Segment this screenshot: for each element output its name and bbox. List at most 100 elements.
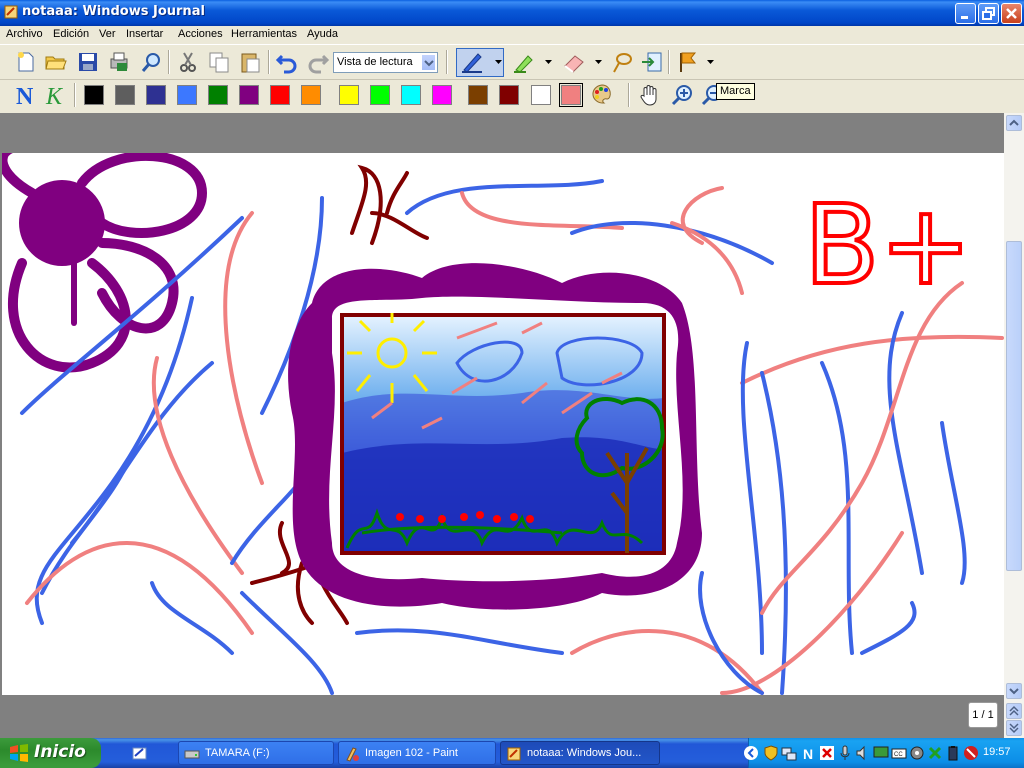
task-label: notaaa: Windows Jou...: [527, 747, 642, 759]
chevron-down-icon[interactable]: [544, 50, 553, 74]
keyboard-icon[interactable]: CC: [891, 745, 907, 761]
undo-icon[interactable]: [275, 50, 299, 74]
error-icon[interactable]: [819, 745, 835, 761]
color-swatch[interactable]: [499, 85, 519, 105]
color-swatch[interactable]: [432, 85, 452, 105]
task-button-paint[interactable]: Imagen 102 - Paint: [338, 741, 496, 765]
note-page[interactable]: B+: [0, 143, 1004, 695]
color-swatch[interactable]: [115, 85, 135, 105]
menu-herramientas[interactable]: Herramientas: [231, 28, 297, 40]
chevron-down-icon[interactable]: [706, 50, 715, 74]
menu-edicion[interactable]: Edición: [53, 28, 89, 40]
cut-icon[interactable]: [176, 50, 200, 74]
view-mode-select[interactable]: Vista de lectura: [333, 52, 438, 73]
quick-launch-journal-icon[interactable]: [131, 745, 149, 761]
flag-icon[interactable]: [676, 50, 700, 74]
scroll-down-button[interactable]: [1006, 683, 1022, 699]
color-swatch[interactable]: [177, 85, 197, 105]
green-app-icon[interactable]: [927, 745, 943, 761]
color-swatch[interactable]: [301, 85, 321, 105]
color-swatch[interactable]: [146, 85, 166, 105]
chevron-down-icon[interactable]: [494, 50, 503, 74]
color-swatch[interactable]: [401, 85, 421, 105]
minimize-icon: [961, 16, 968, 19]
system-tray: N CC 19:57: [744, 738, 1024, 768]
n-app-icon[interactable]: N: [801, 745, 817, 761]
antivirus-icon[interactable]: [963, 745, 979, 761]
monitor-icon[interactable]: [873, 745, 889, 761]
lasso-select-icon[interactable]: [610, 50, 634, 74]
battery-icon[interactable]: [945, 745, 961, 761]
microphone-icon[interactable]: [837, 745, 853, 761]
new-note-icon[interactable]: [14, 50, 38, 74]
pan-hand-icon[interactable]: [638, 83, 662, 107]
task-button-tamara[interactable]: TAMARA (F:): [178, 741, 334, 765]
menu-ayuda[interactable]: Ayuda: [307, 28, 338, 40]
document-area: B+ 1 / 1: [0, 113, 1024, 738]
journal-app-icon: [507, 747, 521, 761]
copy-icon[interactable]: [207, 50, 231, 74]
toolbar-separator: [628, 83, 630, 107]
minimize-button[interactable]: [955, 3, 976, 24]
open-folder-icon[interactable]: [44, 50, 68, 74]
window-title: notaaa: Windows Journal: [22, 4, 205, 19]
start-label: Inicio: [34, 742, 86, 762]
eraser-icon[interactable]: [562, 50, 586, 74]
color-swatch[interactable]: [270, 85, 290, 105]
vertical-scrollbar[interactable]: [1004, 113, 1024, 738]
menu-bar: Archivo Edición Ver Insertar Acciones He…: [0, 26, 1024, 45]
color-swatch[interactable]: [468, 85, 488, 105]
start-button[interactable]: Inicio: [0, 738, 101, 768]
svg-text:CC: CC: [894, 752, 903, 758]
next-page-button[interactable]: [1006, 720, 1022, 736]
pen-mode-n-icon[interactable]: N: [14, 83, 38, 107]
zoom-in-icon[interactable]: [670, 83, 694, 107]
volume-icon[interactable]: [855, 745, 871, 761]
task-button-journal[interactable]: notaaa: Windows Jou...: [500, 741, 660, 765]
insert-space-icon[interactable]: [640, 50, 664, 74]
tools-icon[interactable]: [909, 745, 925, 761]
paste-icon[interactable]: [238, 50, 262, 74]
ink-drawing[interactable]: B+: [0, 143, 1004, 695]
chevron-down-icon[interactable]: [421, 54, 436, 71]
chevron-down-icon: [1009, 688, 1019, 695]
highlighter-icon[interactable]: [512, 50, 536, 74]
previous-page-button[interactable]: [1006, 703, 1022, 719]
chevron-down-icon[interactable]: [594, 50, 603, 74]
color-swatch[interactable]: [339, 85, 359, 105]
color-picker-palette-icon[interactable]: [590, 83, 614, 107]
close-icon: [1006, 8, 1017, 19]
close-button[interactable]: [1001, 3, 1022, 24]
standard-toolbar: Vista de lectura: [0, 45, 1024, 80]
color-swatch[interactable]: [84, 85, 104, 105]
color-swatch[interactable]: [531, 85, 551, 105]
menu-ver[interactable]: Ver: [99, 28, 116, 40]
find-icon[interactable]: [140, 50, 164, 74]
journal-window: notaaa: Windows Journal Archivo Edición …: [0, 0, 1024, 738]
title-bar[interactable]: notaaa: Windows Journal: [0, 0, 1024, 26]
print-icon[interactable]: [107, 50, 131, 74]
toolbar-separator: [168, 50, 170, 74]
task-label: Imagen 102 - Paint: [365, 747, 458, 759]
task-label: TAMARA (F:): [205, 747, 270, 759]
restore-button[interactable]: [978, 3, 999, 24]
color-swatch[interactable]: [559, 83, 583, 107]
scroll-thumb[interactable]: [1006, 241, 1022, 571]
network-icon[interactable]: [781, 745, 797, 761]
grade-ink-text: B+: [804, 181, 972, 309]
svg-text:N: N: [16, 84, 34, 107]
menu-acciones[interactable]: Acciones: [178, 28, 223, 40]
pen-mode-k-icon[interactable]: K: [44, 83, 68, 107]
pen-icon[interactable]: [460, 50, 484, 74]
shield-icon[interactable]: [763, 745, 779, 761]
double-chevron-up-icon: [1009, 705, 1019, 716]
color-swatch[interactable]: [370, 85, 390, 105]
menu-insertar[interactable]: Insertar: [126, 28, 163, 40]
scroll-up-button[interactable]: [1006, 115, 1022, 131]
redo-icon[interactable]: [306, 50, 330, 74]
menu-archivo[interactable]: Archivo: [6, 28, 43, 40]
chevron-left-icon[interactable]: [743, 745, 759, 761]
color-swatch[interactable]: [208, 85, 228, 105]
color-swatch[interactable]: [239, 85, 259, 105]
save-icon[interactable]: [76, 50, 100, 74]
